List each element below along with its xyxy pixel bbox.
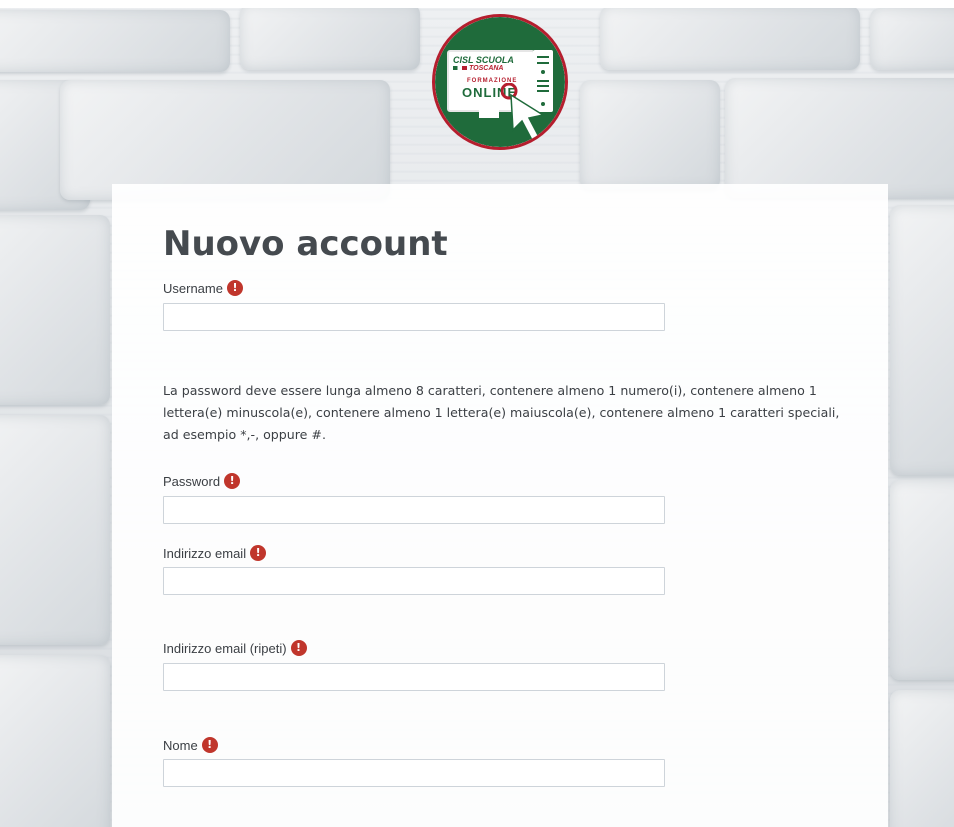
nome-input[interactable] xyxy=(163,759,665,787)
nome-label-text: Nome xyxy=(163,737,198,753)
required-icon: ! xyxy=(250,545,267,561)
logo-title: CISL SCUOLA xyxy=(453,55,514,65)
email-input[interactable] xyxy=(163,567,665,595)
password-label: Password ! xyxy=(163,473,241,489)
required-icon: ! xyxy=(226,280,243,296)
required-icon: ! xyxy=(290,640,307,656)
email-label: Indirizzo email ! xyxy=(163,545,267,561)
username-label: Username ! xyxy=(163,280,243,296)
signup-form-card: Nuovo account Username ! La password dev… xyxy=(112,184,888,827)
email-label-text: Indirizzo email xyxy=(163,545,247,561)
email-repeat-input[interactable] xyxy=(163,663,665,691)
top-border xyxy=(0,0,954,8)
cisl-scuola-logo[interactable]: CISL SCUOLA TOSCANA FORMAZIONE ONLINE xyxy=(432,14,568,150)
username-input[interactable] xyxy=(163,303,665,331)
cursor-icon xyxy=(501,83,545,141)
email-repeat-label: Indirizzo email (ripeti) ! xyxy=(163,640,307,656)
nome-label: Nome ! xyxy=(163,737,218,753)
page-title: Nuovo account xyxy=(163,224,448,264)
logo-subtitle: TOSCANA xyxy=(469,65,504,72)
monitor-stand xyxy=(479,110,499,118)
password-label-text: Password xyxy=(163,473,221,489)
password-input[interactable] xyxy=(163,496,665,524)
password-policy-text: La password deve essere lunga almeno 8 c… xyxy=(163,383,840,442)
username-label-text: Username xyxy=(163,280,223,296)
flag-icon xyxy=(453,66,467,70)
required-icon: ! xyxy=(224,473,241,489)
email-repeat-label-text: Indirizzo email (ripeti) xyxy=(163,640,287,656)
required-icon: ! xyxy=(201,737,218,753)
